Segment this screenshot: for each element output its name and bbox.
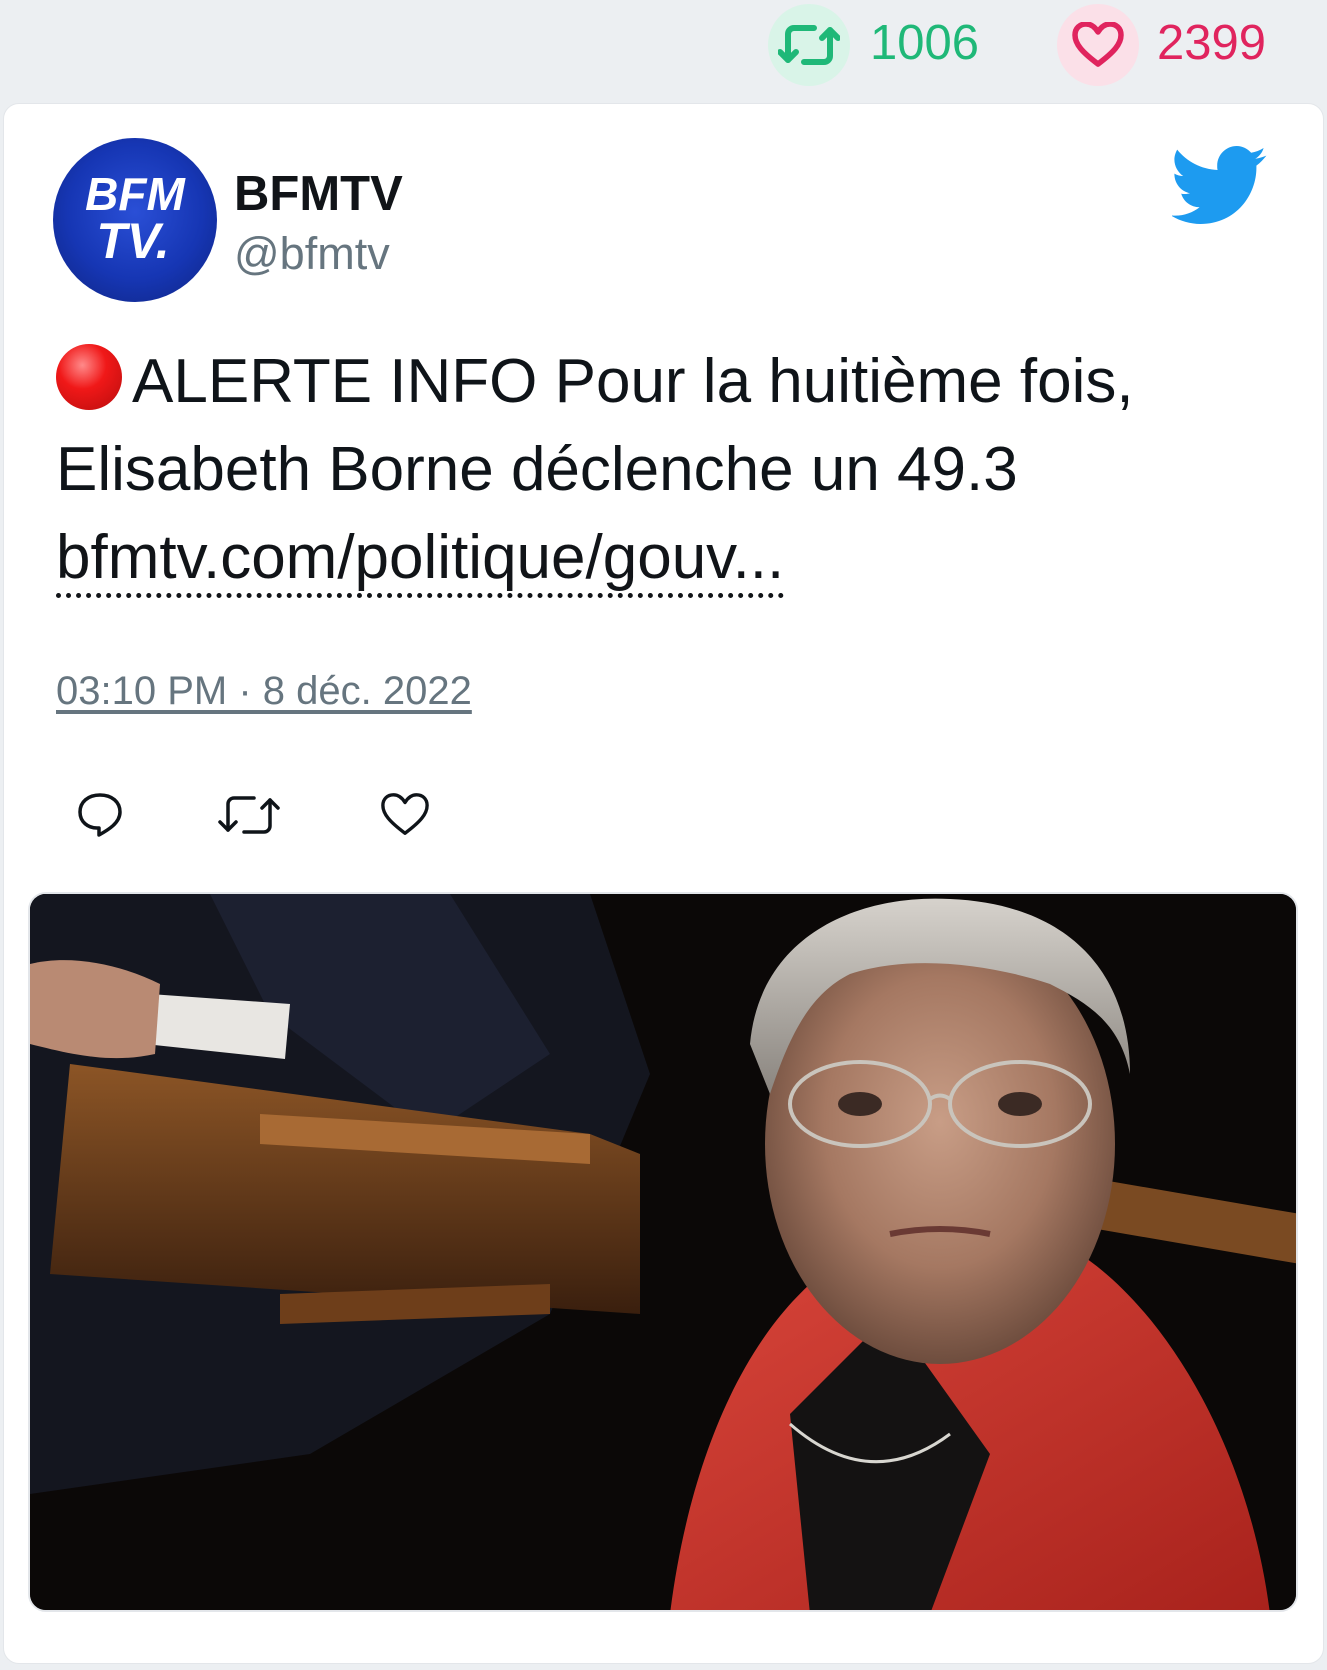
retweet-count: 1006 [870,16,980,70]
like-count: 2399 [1157,16,1267,70]
tweet-link[interactable]: bfmtv.com/politique/gouv... [56,523,785,598]
retweet-icon [218,796,280,834]
tweet-timestamp[interactable]: 03:10 PM · 8 déc. 2022 [56,668,472,714]
like-icon [381,793,429,835]
retweet-stat-icon[interactable] [768,4,850,86]
red-circle-icon [56,344,122,410]
tweet-stats-bar: 1006 2399 [0,0,1327,100]
retweet-button[interactable] [214,780,284,850]
avatar-logo-line2: TV. [96,213,169,269]
tweet-text: ALERTE INFO Pour la huitième fois, Elisa… [56,338,1256,602]
twitter-bird-icon[interactable] [1170,146,1268,226]
tweet-actions [0,780,600,850]
author-handle[interactable]: @bfmtv [234,228,390,280]
tweet-photo[interactable] [28,892,1298,1612]
bfmtv-logo: BFM TV. [85,168,186,269]
tweet-body: ALERTE INFO Pour la huitième fois, Elisa… [56,347,1134,504]
reply-button[interactable] [65,780,135,850]
like-stat-icon[interactable] [1057,4,1139,86]
author-name[interactable]: BFMTV [234,166,403,222]
avatar[interactable]: BFM TV. [53,138,217,302]
like-button[interactable] [370,780,440,850]
reply-icon [78,793,122,837]
